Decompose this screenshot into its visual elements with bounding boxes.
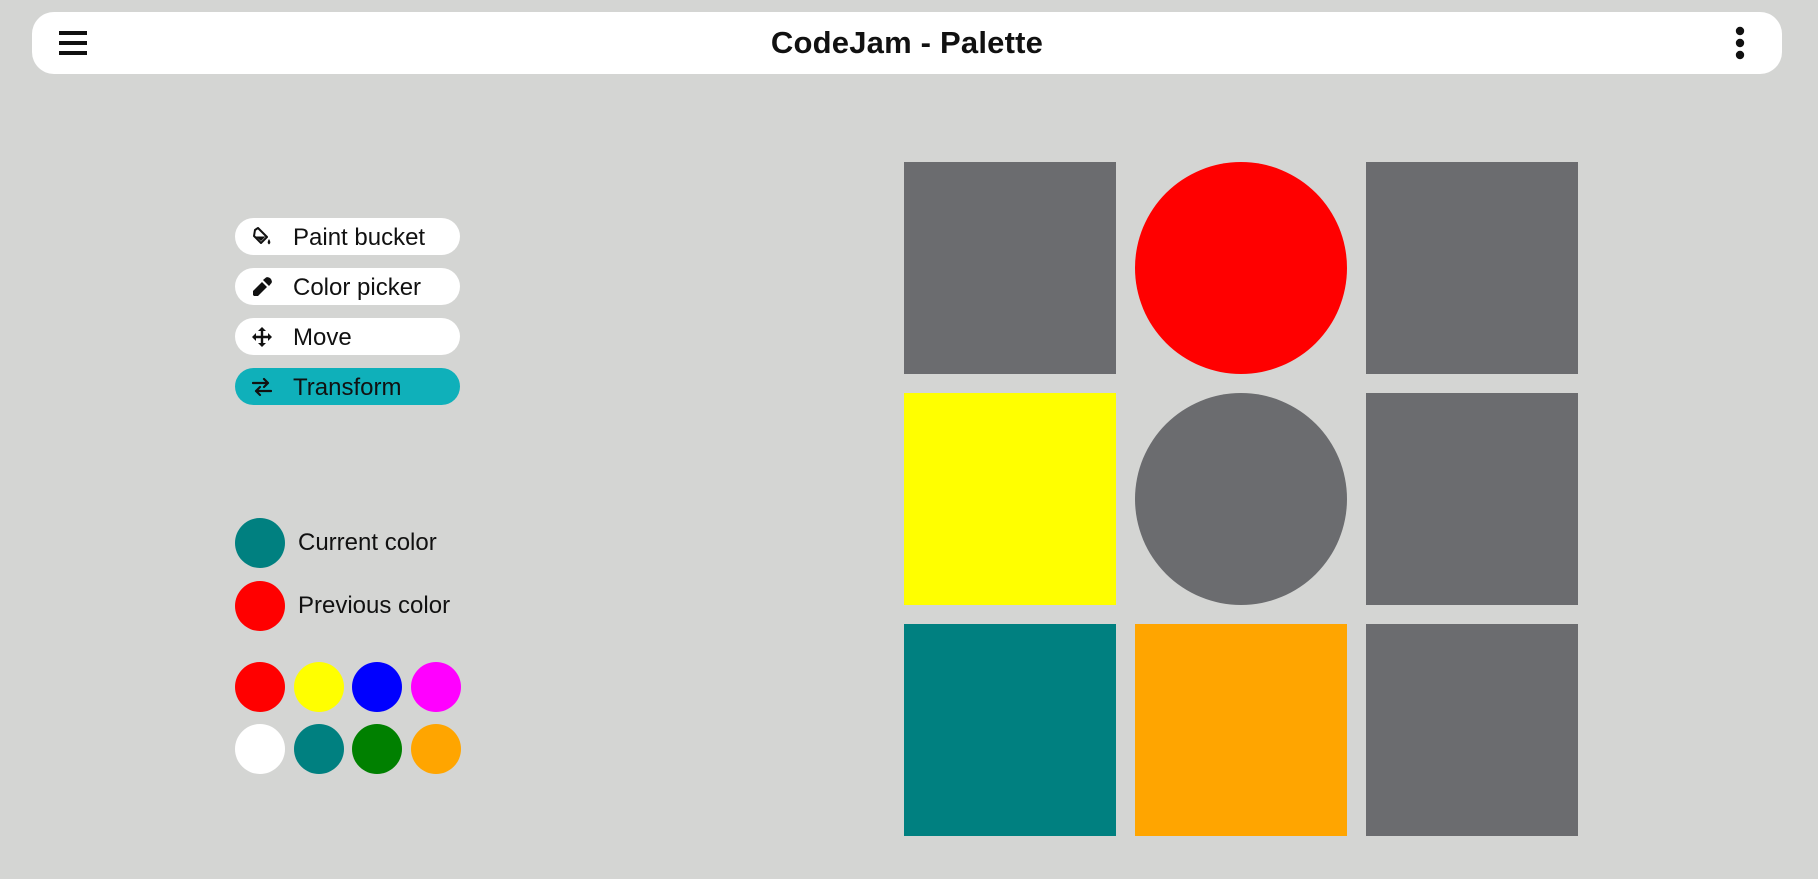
tool-label: Move bbox=[293, 324, 352, 351]
vertical-dots-icon[interactable] bbox=[1730, 26, 1750, 60]
palette-swatch[interactable] bbox=[352, 662, 402, 712]
tool-paint-bucket[interactable]: Paint bucket bbox=[235, 218, 460, 255]
paint-bucket-icon bbox=[252, 227, 272, 247]
canvas-square[interactable] bbox=[1366, 624, 1578, 836]
top-app-bar: CodeJam - Palette bbox=[32, 12, 1782, 74]
canvas-square[interactable] bbox=[904, 393, 1116, 605]
eyedropper-icon bbox=[252, 277, 272, 297]
palette-swatch[interactable] bbox=[293, 724, 344, 774]
drawing-canvas bbox=[904, 162, 1580, 837]
previous-color-swatch[interactable] bbox=[235, 581, 285, 631]
palette-swatch[interactable] bbox=[410, 662, 461, 712]
tool-label: Paint bucket bbox=[293, 224, 426, 251]
palette-swatch[interactable] bbox=[235, 662, 285, 712]
palette-swatch[interactable] bbox=[352, 724, 402, 774]
app-title: CodeJam - Palette bbox=[770, 25, 1044, 60]
preset-color-palette bbox=[235, 662, 461, 774]
tool-label: Color picker bbox=[293, 274, 422, 301]
tool-list: Paint bucket Color picker Move Transform bbox=[235, 218, 460, 418]
palette-swatch[interactable] bbox=[410, 724, 461, 774]
canvas-square[interactable] bbox=[1135, 624, 1347, 836]
palette-swatch[interactable] bbox=[235, 724, 285, 774]
canvas-square[interactable] bbox=[904, 624, 1116, 836]
tool-color-picker[interactable]: Color picker bbox=[235, 268, 460, 305]
current-color-swatch bbox=[235, 518, 285, 568]
tool-move[interactable]: Move bbox=[235, 318, 460, 355]
canvas-square[interactable] bbox=[904, 162, 1116, 374]
current-color-label: Current color bbox=[298, 529, 437, 556]
previous-color-label: Previous color bbox=[298, 592, 451, 619]
canvas-circle[interactable] bbox=[1135, 162, 1347, 374]
tool-transform[interactable]: Transform bbox=[235, 368, 460, 405]
canvas-square[interactable] bbox=[1366, 162, 1578, 374]
canvas-circle[interactable] bbox=[1135, 393, 1347, 605]
swap-arrows-icon bbox=[251, 377, 273, 397]
move-arrows-icon bbox=[252, 327, 272, 347]
tool-label: Transform bbox=[293, 374, 402, 401]
canvas-square[interactable] bbox=[1366, 393, 1578, 605]
palette-swatch[interactable] bbox=[293, 662, 344, 712]
